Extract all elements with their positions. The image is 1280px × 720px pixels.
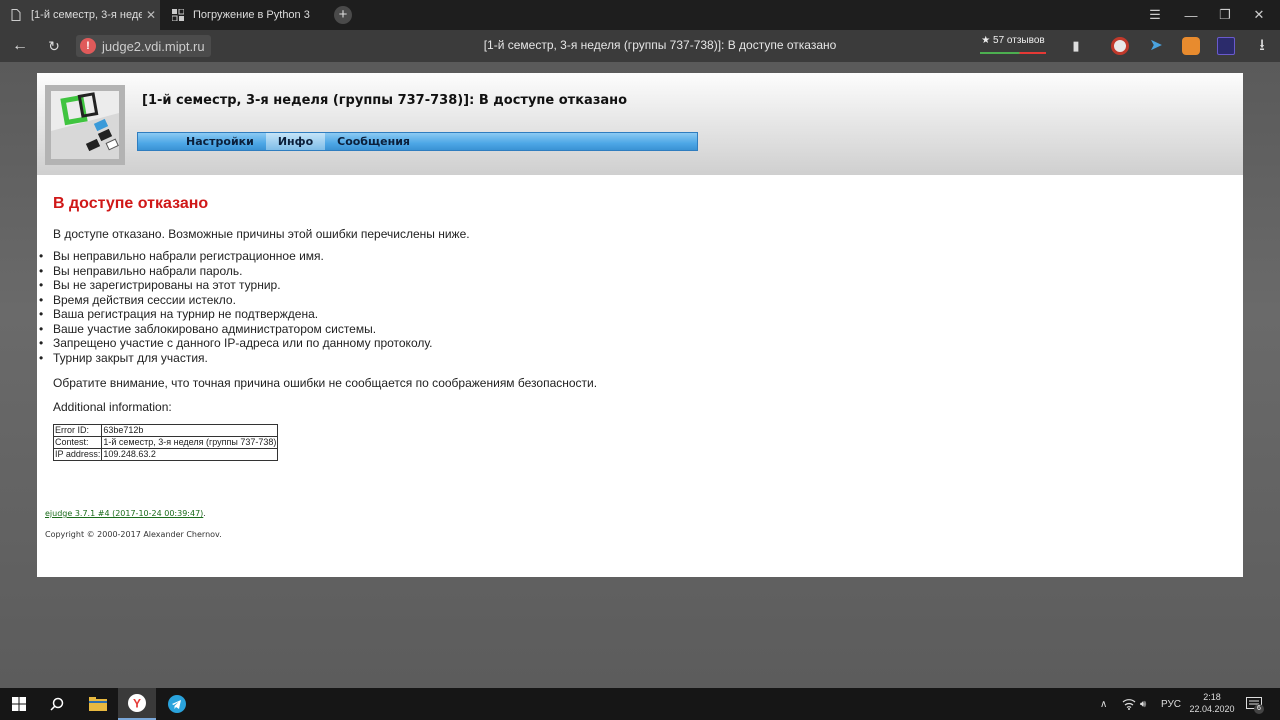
wifi-icon[interactable] [1122,688,1136,720]
volume-icon[interactable]: 🔊︎ [1140,688,1154,720]
list-item: Ваша регистрация на турнир не подтвержде… [39,307,1223,322]
close-window-icon[interactable]: ✕ [1242,0,1276,30]
version-suffix: . [203,509,206,518]
info-value: 109.248.63.2 [101,448,279,461]
list-item: Вы не зарегистрированы на этот турнир. [39,278,1223,293]
page-viewport: [1-й семестр, 3-я неделя (группы 737-738… [0,62,1280,688]
tab-bar: [1-й семестр, 3-я недел ✕ Погружение в P… [0,0,1280,30]
intro-text: В доступе отказано. Возможные причины эт… [53,227,470,241]
menu-info[interactable]: Инфо [265,133,326,150]
ejudge-version-link[interactable]: ejudge 3.7.1 #4 (2017-10-24 00:39:47) [45,509,203,518]
telegram-icon[interactable]: ➤ [1144,36,1168,56]
main-menu: Настройки Инфо Сообщения [137,132,698,151]
menu-icon[interactable]: ☰ [1138,0,1172,30]
reload-icon[interactable]: ↻ [42,36,66,56]
list-item: Запрещено участие с данного IP-адреса ил… [39,336,1223,351]
show-hidden-icons-icon[interactable]: ∧ [1100,688,1114,720]
minimize-icon[interactable]: — [1174,0,1208,30]
language-indicator[interactable]: РУС [1161,688,1183,720]
rating-bar [980,52,1046,54]
download-icon[interactable]: ⭳ [1250,36,1274,56]
ejudge-logo [45,85,125,165]
extension-avatar-icon[interactable] [1111,37,1129,55]
url-text: judge2.vdi.mipt.ru [102,38,205,54]
notifications-count: 6 [1254,704,1264,714]
reasons-list: Вы неправильно набрали регистрационное и… [39,249,1223,366]
list-item: Время действия сессии истекло. [39,293,1223,308]
windows-start-icon[interactable] [0,688,38,720]
list-item: Турнир закрыт для участия. [39,351,1223,366]
tab-ejudge[interactable]: [1-й семестр, 3-я недел ✕ [0,0,160,30]
table-row: IP address: 109.248.63.2 [52,448,279,461]
menu-messages[interactable]: Сообщения [325,133,422,150]
info-label: Contest: [52,436,103,449]
info-value: 63be712b [101,424,279,437]
info-label: IP address: [52,448,103,461]
security-note: Обратите внимание, что точная причина ош… [53,376,598,390]
extension-orange-icon[interactable] [1182,37,1200,55]
additional-info-label: Additional information: [53,400,172,414]
copyright: Copyright © 2000-2017 Alexander Chernov. [45,530,222,539]
tab-title: [1-й семестр, 3-я недел [31,9,142,21]
clock-time: 2:18 [1203,692,1221,702]
back-icon[interactable]: ← [8,36,32,56]
list-item: Вы неправильно набрали регистрационное и… [39,249,1223,264]
table-row: Contest: 1-й семестр, 3-я неделя (группы… [52,436,279,449]
version-footer: ejudge 3.7.1 #4 (2017-10-24 00:39:47). [45,509,206,518]
clock[interactable]: 2:18 22.04.2020 [1184,691,1240,715]
yandex-browser-icon[interactable]: Y [118,688,156,720]
bookmark-icon[interactable]: ▮ [1064,36,1088,56]
address-page-title: [1-й семестр, 3-я неделя (группы 737-738… [483,38,837,52]
info-table: Error ID: 63be712b Contest: 1-й семестр,… [52,424,279,461]
clock-date: 22.04.2020 [1189,704,1235,714]
page-container: [1-й семестр, 3-я неделя (группы 737-738… [37,73,1243,577]
list-item: Ваше участие заблокировано администратор… [39,322,1223,337]
info-label: Error ID: [52,424,103,437]
search-icon[interactable] [38,688,76,720]
tab-title: Погружение в Python 3 [193,9,310,21]
new-tab-button[interactable]: + [334,6,352,24]
notifications-icon[interactable]: 6 [1246,688,1266,720]
warning-icon[interactable]: ! [80,38,96,54]
document-icon [9,8,23,22]
url-field[interactable]: ! judge2.vdi.mipt.ru [76,35,211,57]
info-value: 1-й семестр, 3-я неделя (группы 737-738) [101,436,279,449]
restore-icon[interactable]: ❐ [1208,0,1242,30]
site-favicon-icon [171,8,185,22]
logo-graphic-icon [51,92,119,159]
table-row: Error ID: 63be712b [52,424,279,437]
taskbar: Y ∧ 🔊︎ РУС 2:18 22.04.2020 6 [0,688,1280,720]
tab-python[interactable]: Погружение в Python 3 [162,0,322,30]
close-tab-icon[interactable]: ✕ [142,8,160,22]
page-header: [1-й семестр, 3-я неделя (группы 737-738… [37,73,1243,175]
telegram-taskbar-icon[interactable] [158,688,196,720]
file-explorer-icon[interactable] [79,688,117,720]
extension-purple-icon[interactable] [1217,37,1235,55]
main-content: В доступе отказано В доступе отказано. В… [39,195,1223,461]
menu-settings[interactable]: Настройки [174,133,266,150]
reviews-text: ★ 57 отзывов [981,35,1045,46]
list-item: Вы неправильно набрали пароль. [39,264,1223,279]
svg-text:Y: Y [133,697,141,711]
address-bar: ← ↻ ! judge2.vdi.mipt.ru [1-й семестр, 3… [0,30,1280,62]
page-title: [1-й семестр, 3-я неделя (группы 737-738… [142,93,628,108]
error-heading: В доступе отказано [53,195,209,212]
reviews-badge[interactable]: ★ 57 отзывов [978,35,1048,55]
